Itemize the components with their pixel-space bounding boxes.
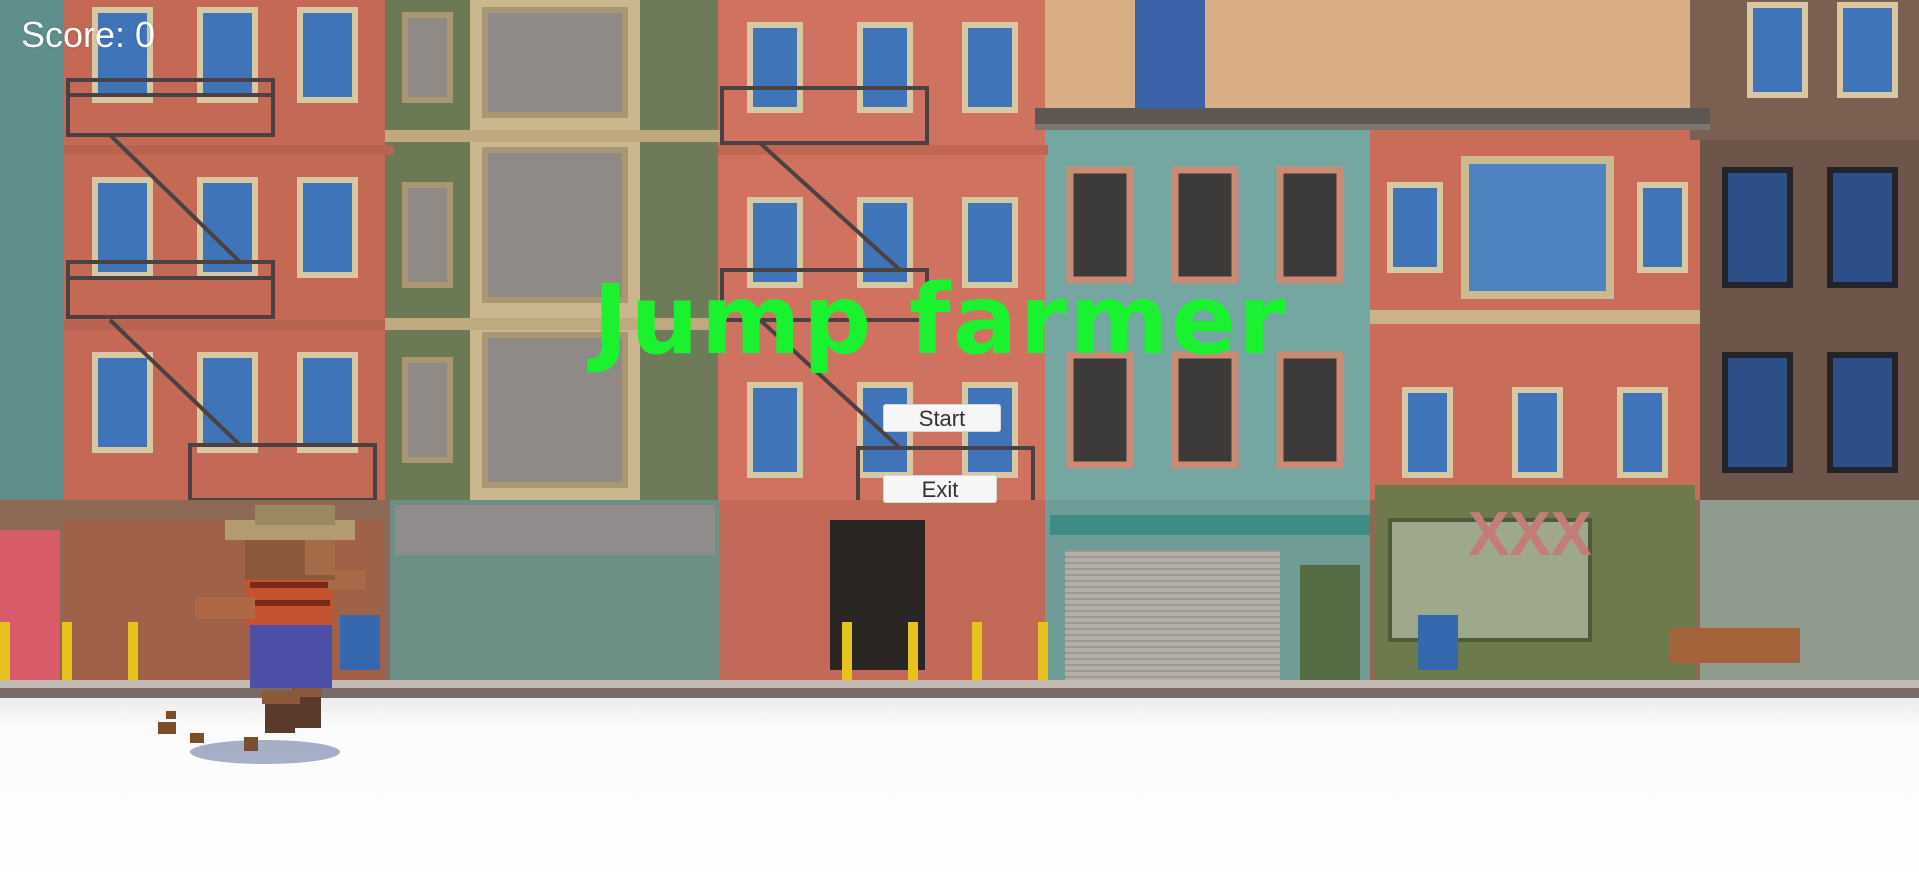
- exit-button[interactable]: Exit: [883, 475, 997, 503]
- store-sign-text: XXX: [1468, 500, 1592, 569]
- start-button[interactable]: Start: [883, 404, 1001, 432]
- game-scene: XXX: [0, 0, 1919, 891]
- game-title: Jump farmer: [592, 264, 1288, 376]
- roll-shutter: [1065, 550, 1280, 680]
- score-label: Score: 0: [21, 14, 156, 55]
